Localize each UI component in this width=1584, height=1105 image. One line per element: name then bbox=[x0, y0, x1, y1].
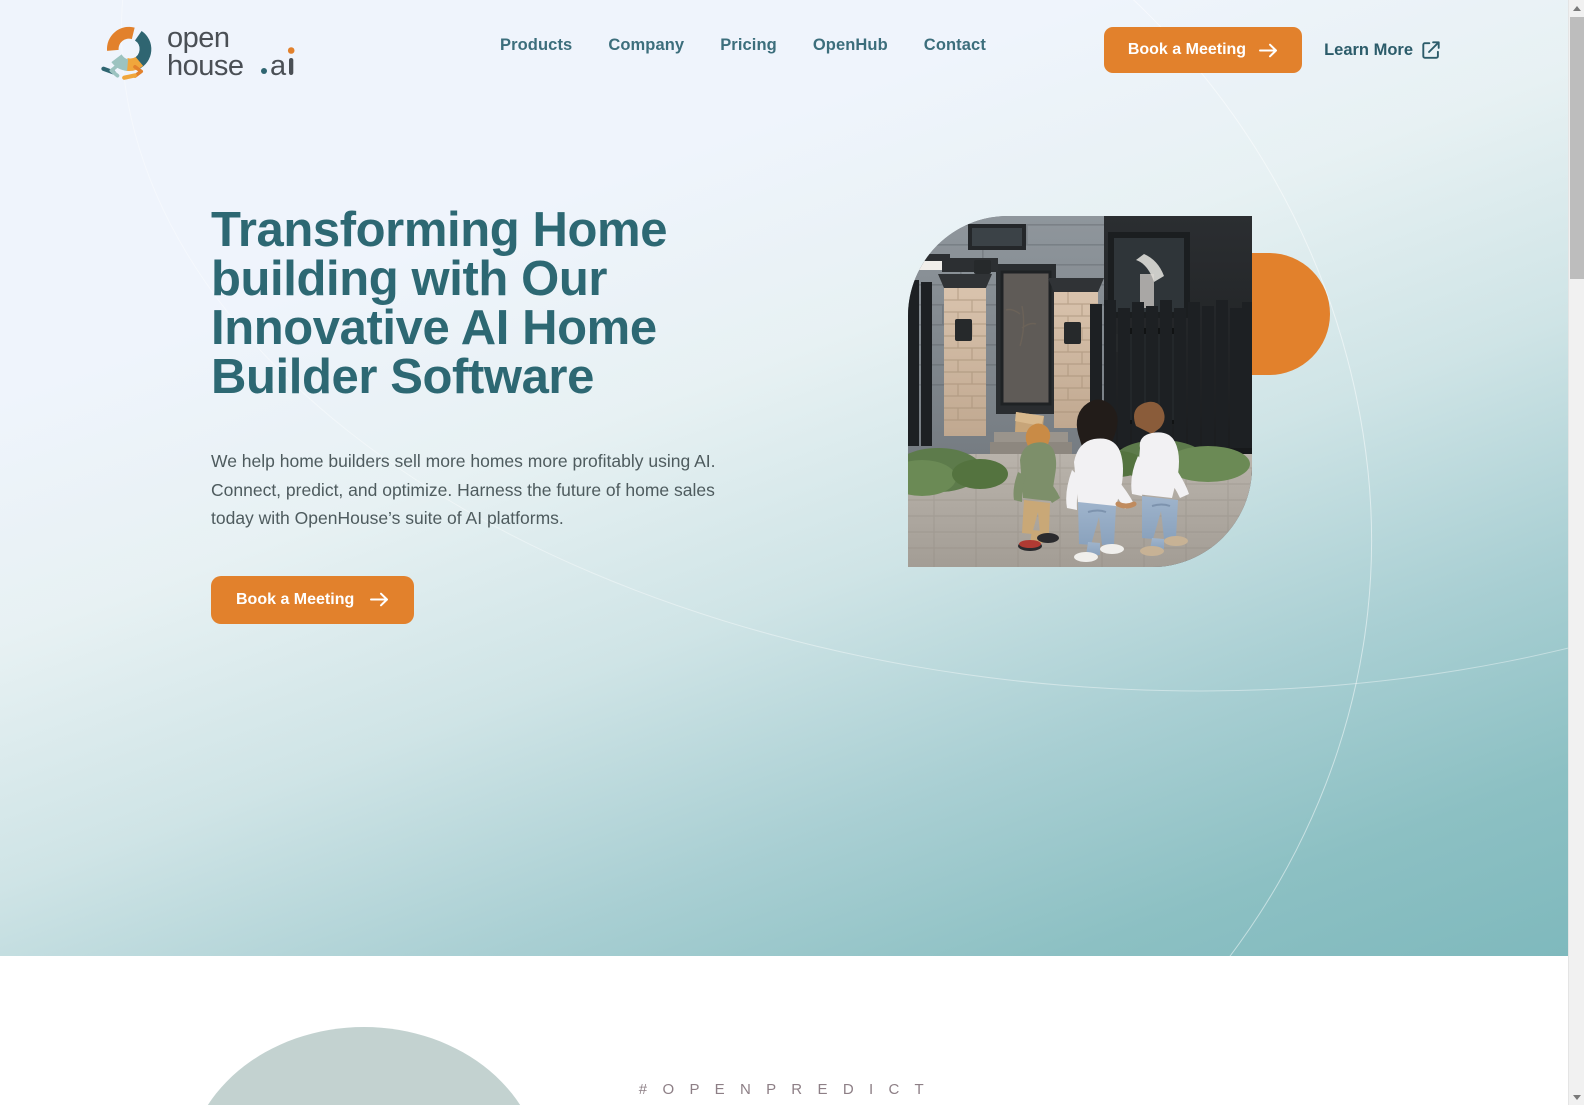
hero-cta-wrapper: Book a Meeting bbox=[211, 575, 811, 624]
scroll-down-arrow-icon[interactable] bbox=[1569, 1089, 1584, 1105]
vertical-scrollbar[interactable] bbox=[1568, 0, 1584, 1105]
nav-item-pricing[interactable]: Pricing bbox=[720, 36, 777, 55]
page-root: open house a Products Company Pricing Op… bbox=[0, 0, 1584, 1105]
nav-item-products[interactable]: Products bbox=[500, 36, 572, 55]
browser-viewport: open house a Products Company Pricing Op… bbox=[0, 0, 1568, 1105]
main-navigation: Products Company Pricing OpenHub Contact bbox=[500, 36, 986, 55]
external-link-icon bbox=[1422, 41, 1440, 59]
scrollbar-thumb[interactable] bbox=[1570, 17, 1584, 279]
orange-circle-decoration bbox=[1250, 253, 1330, 375]
openhouse-ring-logo-icon bbox=[99, 23, 159, 85]
svg-text:house: house bbox=[167, 50, 244, 82]
hero-book-a-meeting-label: Book a Meeting bbox=[236, 590, 355, 608]
hero-image bbox=[908, 216, 1252, 567]
header-book-a-meeting-button[interactable]: Book a Meeting bbox=[1103, 27, 1303, 73]
nav-item-company[interactable]: Company bbox=[608, 36, 684, 55]
learn-more-link[interactable]: Learn More bbox=[1324, 41, 1440, 60]
arrow-right-icon bbox=[370, 592, 389, 607]
arrow-right-icon bbox=[1259, 43, 1278, 58]
scroll-up-arrow-icon[interactable] bbox=[1569, 0, 1584, 16]
openpredict-eyebrow: # O P E N P R E D I C T bbox=[638, 1081, 930, 1098]
hero-copy: Transforming Home building with Our Inno… bbox=[211, 206, 811, 624]
hero-figure bbox=[908, 216, 1252, 567]
nav-item-openhub[interactable]: OpenHub bbox=[813, 36, 888, 55]
learn-more-label: Learn More bbox=[1324, 40, 1413, 59]
hero-book-a-meeting-button[interactable]: Book a Meeting bbox=[211, 575, 415, 624]
header-book-a-meeting-label: Book a Meeting bbox=[1127, 41, 1247, 58]
hero-subtitle: We help home builders sell more homes mo… bbox=[211, 451, 716, 529]
header-actions: Book a Meeting Learn More bbox=[1103, 27, 1440, 73]
openpredict-section: # O P E N P R E D I C T bbox=[0, 956, 1568, 1105]
hero-title: Transforming Home building with Our Inno… bbox=[211, 203, 668, 404]
svg-text:a: a bbox=[270, 50, 287, 82]
nav-item-contact[interactable]: Contact bbox=[924, 36, 986, 55]
logo-wordmark: open house a bbox=[167, 20, 329, 87]
logo[interactable]: open house a bbox=[99, 20, 329, 87]
site-header: open house a Products Company Pricing Op… bbox=[0, 0, 1568, 100]
hero-section: open house a Products Company Pricing Op… bbox=[0, 0, 1568, 956]
